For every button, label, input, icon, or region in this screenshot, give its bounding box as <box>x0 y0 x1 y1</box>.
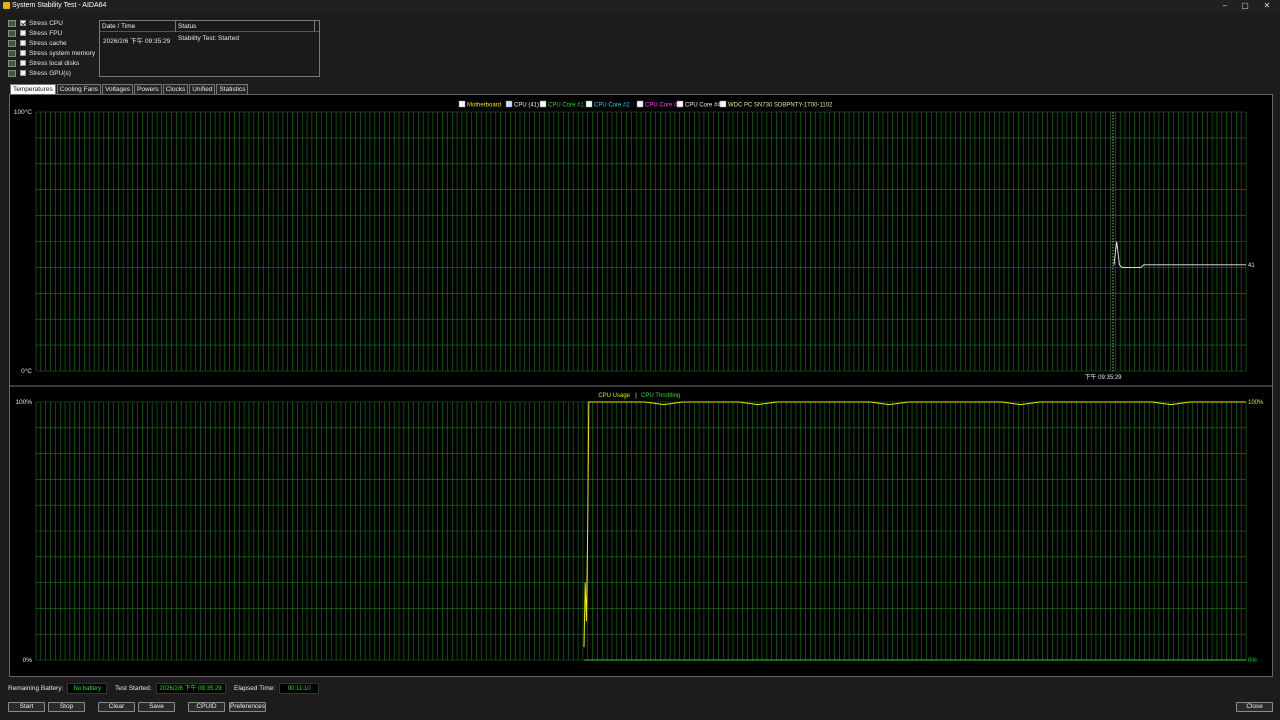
graph-panel: Motherboard CPU (41) CPU Core #1 CPU Core #… <box>9 94 1273 677</box>
legend-label: CPU Core #2 <box>594 103 630 109</box>
legend-label: CPU (41) <box>514 103 539 109</box>
close-button[interactable]: Close <box>1236 702 1273 712</box>
elapsed-time-info: Elapsed Time: 00:11:10 <box>234 683 320 694</box>
preferences-button[interactable]: Preferences <box>229 702 266 712</box>
legend-label: Motherboard <box>467 103 501 109</box>
legend-checkbox <box>585 100 593 108</box>
temperature-chart: Motherboard CPU (41) CPU Core #1 CPU Core #… <box>14 100 1255 381</box>
stress-cpu-checkbox[interactable] <box>20 20 26 26</box>
tab-unified[interactable]: Unified <box>189 84 216 94</box>
table-row-status: Stability Test: Started <box>178 35 239 42</box>
graph-tabs: Temperatures Cooling Fans Voltages Power… <box>10 84 249 94</box>
maximize-button[interactable]: ▢ <box>1234 0 1256 11</box>
table-row-datetime: 2026/2/6 下午 09:35:29 <box>103 38 171 45</box>
cpuid-button[interactable]: CPUID <box>188 702 225 712</box>
cpu-usage-chart: CPU Usage | CPU Throttling 100% 0% 100% 0% <box>15 393 1264 664</box>
option-stress-gpu[interactable]: Stress GPU(s) <box>8 68 98 78</box>
legend-checkbox <box>676 100 684 108</box>
option-stress-cache[interactable]: Stress cache <box>8 38 98 48</box>
test-started-info: Test Started: 2026/2/6 下午 09:35:29 <box>115 683 226 694</box>
cache-icon <box>8 39 16 47</box>
stress-memory-checkbox[interactable] <box>20 50 26 56</box>
legend-checkbox <box>458 100 466 108</box>
stress-disks-checkbox[interactable] <box>20 60 26 66</box>
close-window-button[interactable]: ✕ <box>1256 0 1278 11</box>
option-label: Stress FPU <box>29 29 63 37</box>
stress-fpu-checkbox[interactable] <box>20 30 26 36</box>
tab-voltages[interactable]: Voltages <box>102 84 133 94</box>
cpu-usage-series <box>583 401 1246 648</box>
battery-label: Remaining Battery: <box>8 685 64 692</box>
status-table-header: Date / Time Status <box>100 21 319 32</box>
y-axis-min-label: 0% <box>23 657 33 664</box>
option-label: Stress CPU <box>29 19 63 27</box>
battery-info: Remaining Battery: No battery <box>8 683 108 694</box>
legend-cpu-usage: CPU Usage <box>598 393 630 399</box>
title-bar: System Stability Test - AIDA64 – ▢ ✕ <box>0 0 1280 12</box>
legend-checkbox <box>719 100 727 108</box>
elapsed-time-label: Elapsed Time: <box>234 685 276 692</box>
elapsed-time-value: 00:11:10 <box>279 683 320 694</box>
window-title: System Stability Test - AIDA64 <box>12 2 107 9</box>
clear-button[interactable]: Clear <box>98 702 135 712</box>
column-header-status[interactable]: Status <box>178 23 196 30</box>
legend-label: CPU Core #4 <box>685 103 721 109</box>
stress-options-list: Stress CPU Stress FPU Stress cache Stres… <box>8 18 98 78</box>
stress-cache-checkbox[interactable] <box>20 40 26 46</box>
legend-label: CPU Core #3 <box>645 103 681 109</box>
option-stress-cpu[interactable]: Stress CPU <box>8 18 98 28</box>
option-label: Stress system memory <box>29 49 96 57</box>
memory-icon <box>8 49 16 57</box>
battery-value: No battery <box>67 683 108 694</box>
aida64-app-icon <box>3 2 10 9</box>
time-marker-label: 下午 09:35:29 <box>1084 373 1122 381</box>
legend-separator: | <box>635 393 637 399</box>
option-stress-fpu[interactable]: Stress FPU <box>8 28 98 38</box>
tab-cooling-fans[interactable]: Cooling Fans <box>56 84 102 94</box>
disk-icon <box>8 59 16 67</box>
status-log-table[interactable]: Date / Time Status 2026/2/6 下午 09:35:29 … <box>99 20 320 77</box>
option-stress-disks[interactable]: Stress local disks <box>8 58 98 68</box>
monitor-icon <box>8 69 16 77</box>
test-started-value: 2026/2/6 下午 09:35:29 <box>155 683 226 694</box>
legend-checkbox <box>539 100 547 108</box>
legend-label: CPU Core #1 <box>548 103 584 109</box>
tab-clocks[interactable]: Clocks <box>162 84 189 94</box>
option-label: Stress local disks <box>29 59 80 67</box>
y-axis-max-label: 100°C <box>14 108 32 116</box>
y-axis-max-label: 100% <box>15 399 32 406</box>
stress-gpu-checkbox[interactable] <box>20 70 26 76</box>
option-label: Stress cache <box>29 39 67 47</box>
tab-powers[interactable]: Powers <box>134 84 162 94</box>
legend-checkbox <box>636 100 644 108</box>
right-max-label: 100% <box>1248 400 1264 406</box>
save-button[interactable]: Save <box>138 702 175 712</box>
start-button[interactable]: Start <box>8 702 45 712</box>
column-header-datetime[interactable]: Date / Time <box>102 23 135 30</box>
minimize-button[interactable]: – <box>1214 0 1236 11</box>
column-divider[interactable] <box>314 21 315 32</box>
right-min-label: 0% <box>1248 658 1257 664</box>
stop-button[interactable]: Stop <box>48 702 85 712</box>
current-temperature-label: 41 <box>1248 263 1255 269</box>
fpu-icon <box>8 29 16 37</box>
option-stress-memory[interactable]: Stress system memory <box>8 48 98 58</box>
column-divider[interactable] <box>175 21 176 32</box>
tab-statistics[interactable]: Statistics <box>216 84 249 94</box>
cpu-icon <box>8 19 16 27</box>
legend-checkbox <box>505 100 513 108</box>
option-label: Stress GPU(s) <box>29 69 71 77</box>
tab-temperatures[interactable]: Temperatures <box>10 84 56 94</box>
y-axis-min-label: 0°C <box>21 367 32 375</box>
legend-label: WDC PC SN730 SDBPNTY-1T00-1102 <box>728 103 833 109</box>
test-started-label: Test Started: <box>115 685 152 692</box>
legend-cpu-throttling: CPU Throttling <box>641 393 680 399</box>
cpu-temperature-series <box>1113 241 1246 268</box>
